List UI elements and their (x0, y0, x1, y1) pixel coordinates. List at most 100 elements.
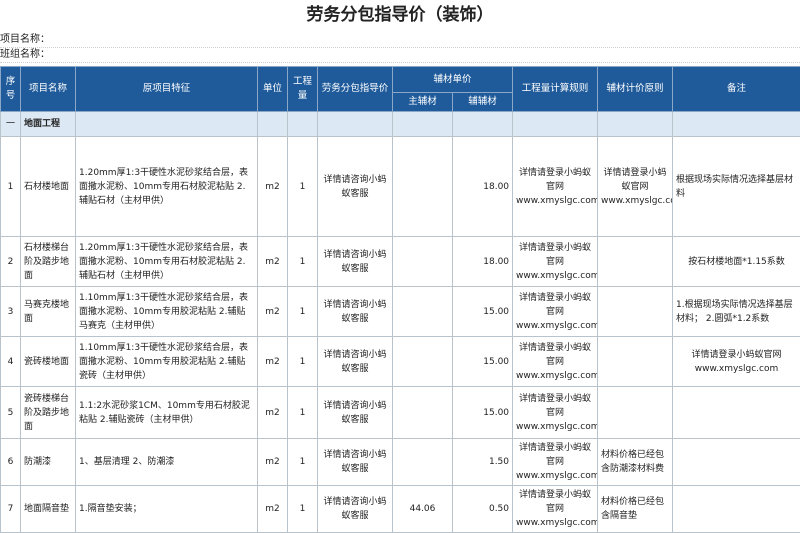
row-rule: 详情请登录小蚂蚁官网 www.xmyslgc.com (513, 287, 598, 337)
row-name: 地面隔音垫 (21, 486, 76, 533)
row-feature: 1.10mm厚1:3干硬性水泥砂浆结合层，表面撒水泥粉、10mm专用胶泥粘贴 2… (76, 337, 258, 387)
table-row: 7 地面隔音垫 1.隔音垫安装； m2 1 详情请咨询小蚂蚁客服 44.06 0… (1, 486, 800, 533)
row-note (673, 387, 800, 439)
table-row: 4 瓷砖楼地面 1.10mm厚1:3干硬性水泥砂浆结合层，表面撒水泥粉、10mm… (1, 337, 800, 387)
row-labor-price: 详情请咨询小蚂蚁客服 (318, 237, 393, 287)
row-aux: 0.50 (453, 486, 513, 533)
table-row: 6 防潮漆 1、基层清理 2、防潮漆 m2 1 详情请咨询小蚂蚁客服 1.50 … (1, 439, 800, 486)
row-labor-price: 详情请咨询小蚂蚁客服 (318, 387, 393, 439)
header-labor-price: 劳务分包指导价 (318, 67, 393, 112)
row-unit: m2 (258, 337, 288, 387)
row-qty: 1 (288, 439, 318, 486)
row-feature: 1.1:2水泥砂浆1CM、10mm专用石材胶泥粘贴 2.辅贴瓷砖（主材甲供） (76, 387, 258, 439)
row-unit: m2 (258, 137, 288, 237)
row-main-aux (393, 439, 453, 486)
row-seq: 6 (1, 439, 21, 486)
price-table: 序号 项目名称 原项目特征 单位 工程量 劳务分包指导价 辅材单价 工程量计算规… (0, 66, 800, 533)
row-unit: m2 (258, 439, 288, 486)
row-feature: 1.隔音垫安装； (76, 486, 258, 533)
row-labor-price: 详情请咨询小蚂蚁客服 (318, 287, 393, 337)
row-main-aux (393, 237, 453, 287)
row-note (673, 439, 800, 486)
row-qty: 1 (288, 387, 318, 439)
row-aux: 15.00 (453, 387, 513, 439)
row-seq: 5 (1, 387, 21, 439)
row-feature: 1.20mm厚1:3干硬性水泥砂浆结合层，表面撒水泥粉、10mm专用石材胶泥粘贴… (76, 237, 258, 287)
row-aux-rule: 材料价格已经包含防潮漆材料费 (598, 439, 673, 486)
header-rule: 工程量计算规则 (513, 67, 598, 112)
row-qty: 1 (288, 137, 318, 237)
row-aux-rule: 材料价格已经包含隔音垫 (598, 486, 673, 533)
row-labor-price: 详情请咨询小蚂蚁客服 (318, 137, 393, 237)
header-feature: 原项目特征 (76, 67, 258, 112)
page-title: 劳务分包指导价（装饰） (0, 0, 800, 30)
row-main-aux: 44.06 (393, 486, 453, 533)
row-qty: 1 (288, 486, 318, 533)
row-name: 瓷砖楼地面 (21, 337, 76, 387)
table-row: 1 石材楼地面 1.20mm厚1:3干硬性水泥砂浆结合层，表面撒水泥粉、10mm… (1, 137, 800, 237)
row-aux: 15.00 (453, 287, 513, 337)
row-feature: 1、基层清理 2、防潮漆 (76, 439, 258, 486)
project-name-label: 项目名称： (0, 33, 50, 47)
row-main-aux (393, 337, 453, 387)
row-qty: 1 (288, 237, 318, 287)
header-aux-price: 辅材单价 (393, 67, 513, 93)
row-aux-rule (598, 237, 673, 287)
row-seq: 3 (1, 287, 21, 337)
row-seq: 4 (1, 337, 21, 387)
header-name: 项目名称 (21, 67, 76, 112)
team-name-label: 班组名称： (0, 48, 50, 62)
row-feature: 1.20mm厚1:3干硬性水泥砂浆结合层，表面撒水泥粉、10mm专用石材胶泥粘贴… (76, 137, 258, 237)
row-name: 防潮漆 (21, 439, 76, 486)
header-qty: 工程量 (288, 67, 318, 112)
row-feature: 1.10mm厚1:3干硬性水泥砂浆结合层，表面撒水泥粉、10mm专用胶泥粘贴 2… (76, 287, 258, 337)
row-main-aux (393, 137, 453, 237)
row-seq: 7 (1, 486, 21, 533)
header-unit: 单位 (258, 67, 288, 112)
row-name: 瓷砖楼梯台阶及踏步地面 (21, 387, 76, 439)
row-name: 石材楼地面 (21, 137, 76, 237)
section-row: 一 地面工程 (1, 112, 800, 137)
row-rule: 详情请登录小蚂蚁官网 www.xmyslgc.com (513, 137, 598, 237)
table-row: 3 马赛克楼地面 1.10mm厚1:3干硬性水泥砂浆结合层，表面撒水泥粉、10m… (1, 287, 800, 337)
row-unit: m2 (258, 287, 288, 337)
row-name: 石材楼梯台阶及踏步地面 (21, 237, 76, 287)
row-labor-price: 详情请咨询小蚂蚁客服 (318, 486, 393, 533)
row-seq: 2 (1, 237, 21, 287)
row-aux: 18.00 (453, 137, 513, 237)
header-main-aux: 主辅材 (393, 93, 453, 112)
row-seq: 1 (1, 137, 21, 237)
row-note: 详情请登录小蚂蚁官网 www.xmyslgc.com (673, 337, 800, 387)
row-note: 按石材楼地面*1.15系数 (673, 237, 800, 287)
row-name: 马赛克楼地面 (21, 287, 76, 337)
row-qty: 1 (288, 337, 318, 387)
row-aux: 18.00 (453, 237, 513, 287)
table-row: 2 石材楼梯台阶及踏步地面 1.20mm厚1:3干硬性水泥砂浆结合层，表面撒水泥… (1, 237, 800, 287)
row-aux: 15.00 (453, 337, 513, 387)
row-main-aux (393, 287, 453, 337)
table-row: 5 瓷砖楼梯台阶及踏步地面 1.1:2水泥砂浆1CM、10mm专用石材胶泥粘贴 … (1, 387, 800, 439)
row-labor-price: 详情请咨询小蚂蚁客服 (318, 439, 393, 486)
row-rule: 详情请登录小蚂蚁官网 www.xmyslgc.com (513, 486, 598, 533)
meta-divider (0, 62, 800, 63)
row-note (673, 486, 800, 533)
header-seq: 序号 (1, 67, 21, 112)
row-rule: 详情请登录小蚂蚁官网 www.xmyslgc.com (513, 387, 598, 439)
row-aux-rule (598, 287, 673, 337)
row-main-aux (393, 387, 453, 439)
row-rule: 详情请登录小蚂蚁官网 www.xmyslgc.com (513, 337, 598, 387)
row-aux-rule (598, 337, 673, 387)
row-qty: 1 (288, 287, 318, 337)
row-unit: m2 (258, 387, 288, 439)
meta-divider (0, 47, 800, 48)
row-aux-rule (598, 387, 673, 439)
header-aux-rule: 辅材计价原则 (598, 67, 673, 112)
header-note: 备注 (673, 67, 800, 112)
row-rule: 详情请登录小蚂蚁官网 www.xmyslgc.com (513, 237, 598, 287)
section-seq: 一 (1, 112, 21, 137)
row-note: 根据现场实际情况选择基层材料 (673, 137, 800, 237)
row-unit: m2 (258, 237, 288, 287)
row-aux-rule: 详情请登录小蚂蚁官网 www.xmyslgc.com (598, 137, 673, 237)
row-aux: 1.50 (453, 439, 513, 486)
row-rule: 详情请登录小蚂蚁官网 www.xmyslgc.com (513, 439, 598, 486)
